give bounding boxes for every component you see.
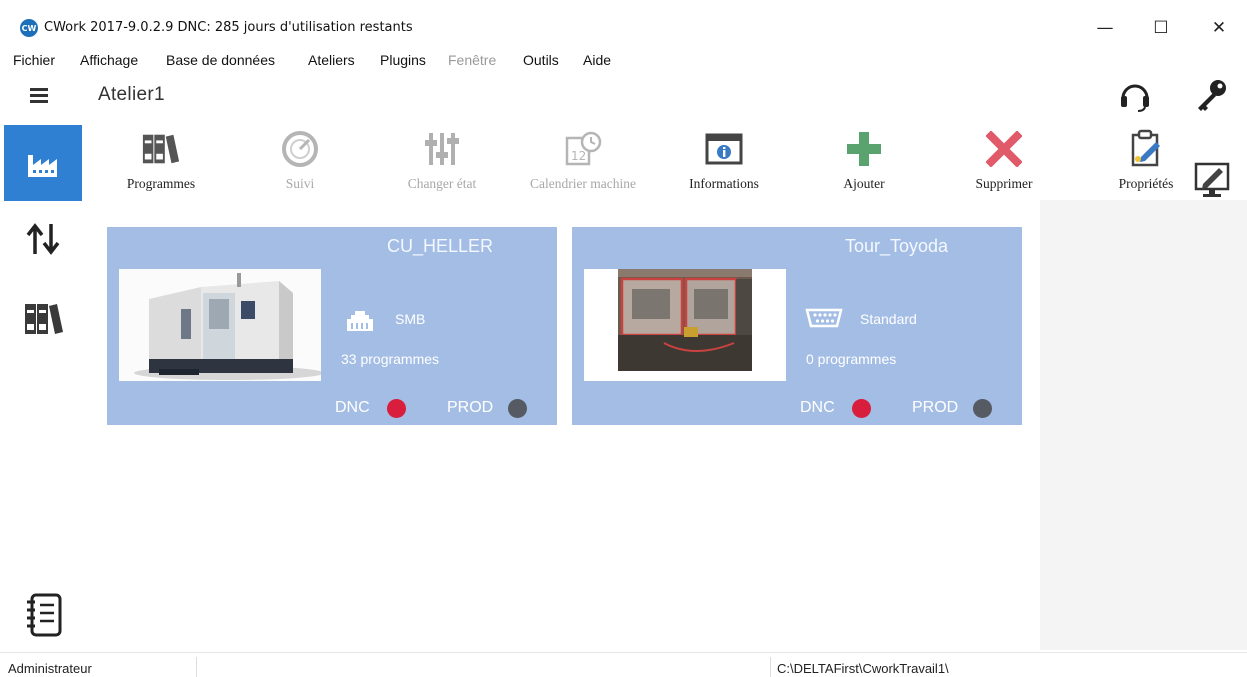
prod-status-indicator (973, 399, 992, 418)
machine-name: Tour_Toyoda (845, 236, 949, 256)
maximize-button[interactable]: ☐ (1138, 12, 1184, 44)
clipboard-edit-icon (1131, 129, 1160, 167)
hamburger-menu-icon[interactable] (30, 85, 48, 103)
close-button[interactable]: ✕ (1196, 12, 1242, 44)
menu-outils[interactable]: Outils (523, 52, 559, 68)
program-count: 33 programmes (341, 351, 440, 367)
window-title: CWork 2017-9.0.2.9 DNC: 285 jours d'util… (44, 20, 413, 35)
status-user: Administrateur (8, 661, 92, 676)
programs-binders-icon[interactable] (23, 302, 65, 336)
menu-affichage[interactable]: Affichage (80, 52, 138, 68)
toolbar-proprietes-label: Propriétés (1118, 176, 1174, 191)
factory-icon (28, 155, 57, 177)
status-separator (770, 657, 771, 677)
machine-card-tour-toyoda[interactable]: Tour_Toyoda Standard 0 programmes DNC PR… (572, 227, 1022, 425)
toolbar-programmes-button[interactable]: Programmes (112, 130, 210, 192)
machine-photo (119, 269, 321, 381)
toolbar-changer-etat-button[interactable]: Changer état (392, 130, 492, 192)
delete-icon (986, 131, 1022, 167)
transfer-arrows-icon[interactable] (25, 222, 63, 256)
toolbar-suivi-button[interactable]: Suivi (260, 130, 340, 192)
toolbar-supprimer-button[interactable]: Supprimer (960, 130, 1048, 192)
status-path: C:\DELTAFirst\CworkTravail1\ (777, 661, 949, 676)
toolbar-informations-label: Informations (689, 176, 759, 191)
prod-status-indicator (508, 399, 527, 418)
dnc-label: DNC (335, 399, 370, 416)
toolbar-proprietes-button[interactable]: Propriétés (1106, 129, 1186, 192)
toolbar-programmes-label: Programmes (126, 176, 196, 191)
dnc-label: DNC (800, 399, 835, 416)
menu-base-de-donnees[interactable]: Base de données (166, 52, 275, 68)
status-bar: Administrateur C:\DELTAFirst\CworkTravai… (0, 652, 1247, 677)
menu-bar: Fichier Affichage Base de données Atelie… (0, 50, 1247, 72)
calendar-clock-icon: 12 (565, 131, 602, 166)
network-icon (347, 311, 373, 331)
machine-photo (584, 269, 786, 381)
binders-icon (142, 134, 180, 164)
app-logo-icon: CW (20, 19, 38, 37)
toolbar-informations-button[interactable]: Informations (674, 130, 774, 192)
sidebar-item-workshop[interactable] (4, 125, 82, 201)
info-window-icon (705, 133, 743, 165)
dnc-status-indicator (852, 399, 871, 418)
toolbar-supprimer-label: Supprimer (975, 176, 1033, 191)
menu-fichier[interactable]: Fichier (13, 52, 55, 68)
toolbar-calendrier-machine-button[interactable]: 12 Calendrier machine (514, 130, 652, 192)
toolbar-ajouter-label: Ajouter (843, 176, 885, 191)
connection-type: Standard (860, 311, 917, 327)
program-count: 0 programmes (806, 351, 897, 367)
toolbar-ajouter-button[interactable]: Ajouter (826, 130, 902, 192)
serial-port-icon (805, 308, 843, 328)
svg-text:12: 12 (571, 149, 586, 163)
menu-ateliers[interactable]: Ateliers (308, 52, 355, 68)
prod-label: PROD (912, 399, 959, 416)
gauge-icon (282, 131, 318, 167)
sliders-icon (425, 133, 459, 165)
machine-card-cu-heller[interactable]: CU_HELLER SMB 33 programmes DNC PROD (107, 227, 557, 425)
log-notebook-icon[interactable] (24, 592, 64, 638)
minimize-button[interactable]: — (1082, 12, 1128, 44)
plus-icon (847, 132, 881, 166)
right-panel (1040, 200, 1247, 650)
headset-icon[interactable] (1118, 78, 1152, 114)
key-icon[interactable] (1193, 78, 1229, 114)
workshop-title: Atelier1 (98, 84, 165, 105)
title-bar: CW CWork 2017-9.0.2.9 DNC: 285 jours d'u… (0, 0, 1247, 46)
machining-center-image (119, 269, 321, 381)
dnc-status-indicator (387, 399, 406, 418)
toolbar-suivi-label: Suivi (285, 176, 315, 191)
prod-label: PROD (447, 399, 494, 416)
lathe-image (584, 269, 786, 381)
connection-type: SMB (395, 311, 426, 327)
machine-name: CU_HELLER (387, 236, 494, 256)
menu-plugins[interactable]: Plugins (380, 52, 426, 68)
menu-aide[interactable]: Aide (583, 52, 611, 68)
monitor-edit-icon[interactable] (1193, 160, 1233, 200)
toolbar-calendrier-machine-label: Calendrier machine (529, 176, 637, 191)
status-separator (196, 657, 197, 677)
toolbar-changer-etat-label: Changer état (407, 176, 477, 191)
menu-fenetre[interactable]: Fenêtre (448, 52, 496, 68)
